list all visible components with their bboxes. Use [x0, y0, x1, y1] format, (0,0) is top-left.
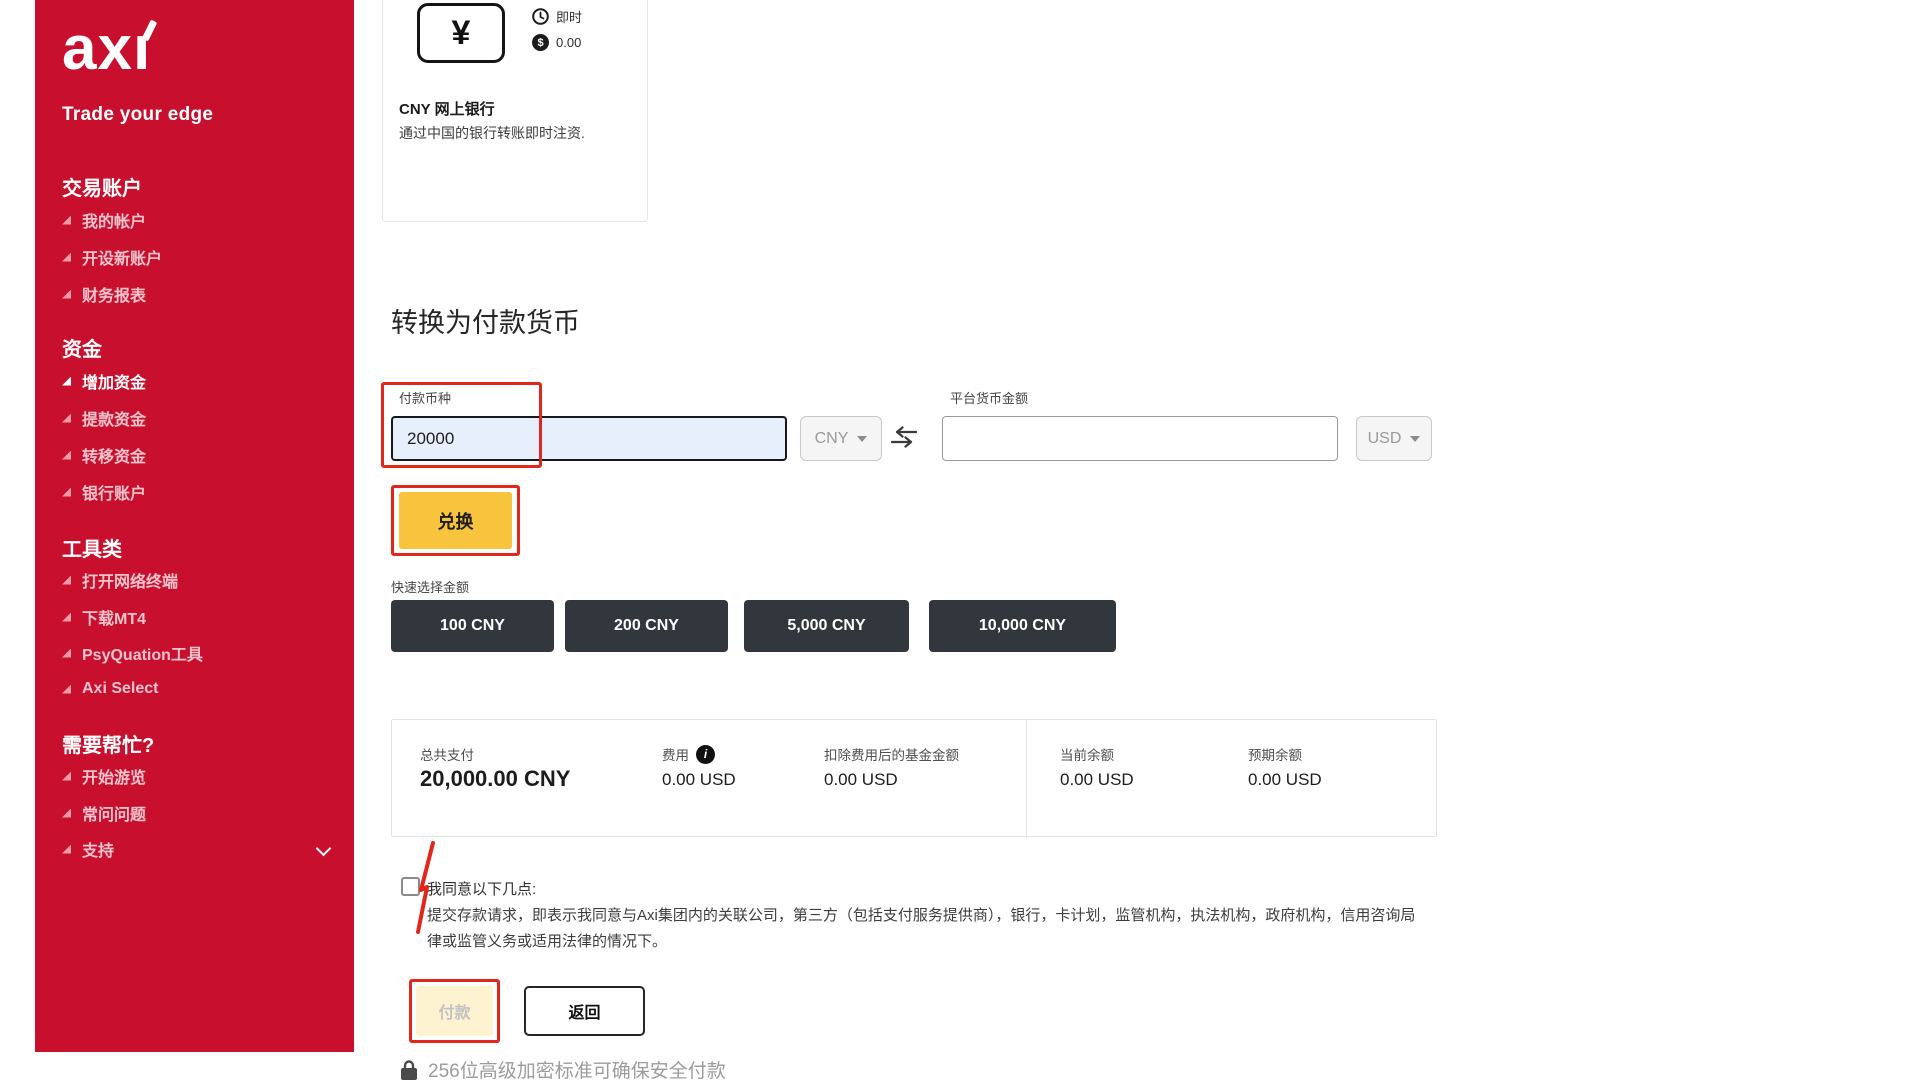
- page: axı Trade your edge 交易账户 我的帐户 开设新账户 财务报表…: [0, 0, 1500, 1080]
- nav-section-funds: 资金: [62, 333, 102, 362]
- triangle-bullet-icon: [62, 845, 71, 854]
- current-balance-value: 0.00 USD: [1060, 770, 1134, 790]
- lock-icon: [400, 1059, 418, 1080]
- payment-method-description: 通过中国的银行转账即时注资.: [399, 120, 589, 147]
- agreement-checkbox-label: 我同意以下几点:: [427, 878, 536, 899]
- security-note: 256位高级加密标准可确保安全付款: [400, 1056, 726, 1080]
- convert-button[interactable]: 兑换: [399, 492, 512, 549]
- fee-value: 0.00: [556, 35, 581, 50]
- nav-section-tools: 工具类: [62, 533, 122, 562]
- fee-label: 费用 i: [662, 744, 715, 764]
- fee-row: $ 0.00: [532, 34, 581, 51]
- sidebar-item-bank-accounts[interactable]: 银行账户: [62, 482, 146, 502]
- pay-button[interactable]: 付款: [416, 986, 493, 1036]
- triangle-bullet-icon: [62, 576, 71, 585]
- logo-text: ax: [62, 14, 133, 83]
- quick-amount-200-cny[interactable]: 200 CNY: [565, 600, 728, 652]
- expected-balance-value: 0.00 USD: [1248, 770, 1322, 790]
- sidebar-item-faq[interactable]: 常问问题: [62, 803, 146, 823]
- net-fund-label: 扣除费用后的基金金额: [824, 744, 959, 764]
- sidebar-item-axi-select[interactable]: Axi Select: [62, 679, 158, 699]
- security-note-text: 256位高级加密标准可确保安全付款: [428, 1056, 726, 1080]
- back-button[interactable]: 返回: [524, 986, 645, 1036]
- agreement-text-line2: 律或监管义务或适用法律的情况下。: [427, 930, 667, 951]
- axi-logo: axı: [62, 18, 151, 80]
- quick-select-label: 快速选择金额: [391, 577, 469, 596]
- platform-currency-select[interactable]: USD: [1356, 416, 1432, 461]
- chevron-down-icon[interactable]: [316, 841, 332, 857]
- quick-amount-5000-cny[interactable]: 5,000 CNY: [744, 600, 909, 652]
- swap-arrows-icon: [888, 425, 920, 449]
- sidebar-item-open-new-account[interactable]: 开设新账户: [62, 247, 162, 267]
- quick-amount-10000-cny[interactable]: 10,000 CNY: [929, 600, 1116, 652]
- payment-method-title: CNY 网上银行: [399, 98, 495, 119]
- caret-down-icon: [857, 436, 867, 442]
- logo-tagline: Trade your edge: [62, 104, 213, 126]
- triangle-bullet-icon: [62, 809, 71, 818]
- sidebar: axı Trade your edge 交易账户 我的帐户 开设新账户 财务报表…: [35, 0, 354, 1052]
- pay-currency-label: 付款币种: [399, 388, 451, 407]
- agreement-checkbox[interactable]: [401, 877, 420, 896]
- summary-divider: [1026, 720, 1027, 838]
- page-title: 转换为付款货币: [391, 301, 580, 340]
- net-fund-value: 0.00 USD: [824, 770, 898, 790]
- sidebar-item-my-account[interactable]: 我的帐户: [62, 210, 146, 230]
- total-pay-label: 总共支付: [420, 744, 474, 764]
- platform-amount-input[interactable]: [942, 416, 1338, 461]
- sidebar-item-start-tour[interactable]: 开始游览: [62, 766, 146, 786]
- sidebar-item-open-webtrader[interactable]: 打开网络终端: [62, 570, 178, 590]
- sidebar-item-download-mt4[interactable]: 下载MT4: [62, 607, 146, 627]
- triangle-bullet-icon: [62, 613, 71, 622]
- processing-time: 即时: [532, 7, 582, 26]
- current-balance-label: 当前余额: [1060, 744, 1114, 764]
- triangle-bullet-icon: [62, 488, 71, 497]
- expected-balance-label: 预期余额: [1248, 744, 1302, 764]
- triangle-bullet-icon: [62, 290, 71, 299]
- triangle-bullet-icon: [62, 216, 71, 225]
- clock-icon: [532, 8, 549, 25]
- nav-section-need-help: 需要帮忙?: [62, 729, 154, 758]
- sidebar-item-psyquation-tools[interactable]: PsyQuation工具: [62, 643, 203, 663]
- payment-method-card[interactable]: ¥ 即时 $ 0.00 CNY 网上银行 通过中国的银行转账即时注资.: [382, 0, 648, 222]
- triangle-bullet-icon: [62, 772, 71, 781]
- sidebar-item-add-funds[interactable]: 增加资金: [62, 371, 146, 391]
- sidebar-item-transfer-funds[interactable]: 转移资金: [62, 445, 146, 465]
- nav-section-trading-accounts: 交易账户: [62, 172, 142, 201]
- caret-down-icon: [1410, 436, 1420, 442]
- processing-time-label: 即时: [556, 7, 582, 26]
- triangle-bullet-icon: [62, 451, 71, 460]
- yen-icon: ¥: [417, 3, 505, 63]
- fee-summary-value: 0.00 USD: [662, 770, 736, 790]
- pay-amount-input[interactable]: [391, 416, 787, 461]
- platform-amount-label: 平台货币金额: [950, 388, 1028, 407]
- quick-amount-100-cny[interactable]: 100 CNY: [391, 600, 554, 652]
- sidebar-item-withdraw-funds[interactable]: 提款资金: [62, 408, 146, 428]
- triangle-bullet-icon: [62, 377, 71, 386]
- sidebar-item-financial-reports[interactable]: 财务报表: [62, 284, 146, 304]
- total-pay-value: 20,000.00 CNY: [420, 766, 570, 792]
- agreement-text-line1: 提交存款请求，即表示我同意与Axi集团内的关联公司，第三方（包括支付服务提供商）…: [427, 904, 1415, 925]
- info-icon[interactable]: i: [696, 745, 715, 764]
- pay-currency-select[interactable]: CNY: [800, 416, 882, 461]
- triangle-bullet-icon: [62, 253, 71, 262]
- sidebar-item-support[interactable]: 支持: [62, 839, 114, 859]
- triangle-bullet-icon: [62, 685, 71, 694]
- triangle-bullet-icon: [62, 649, 71, 658]
- payment-summary-card: 总共支付 20,000.00 CNY 费用 i 0.00 USD 扣除费用后的基…: [391, 719, 1437, 837]
- dollar-icon: $: [532, 34, 549, 51]
- triangle-bullet-icon: [62, 414, 71, 423]
- swap-currencies-button[interactable]: [888, 425, 920, 454]
